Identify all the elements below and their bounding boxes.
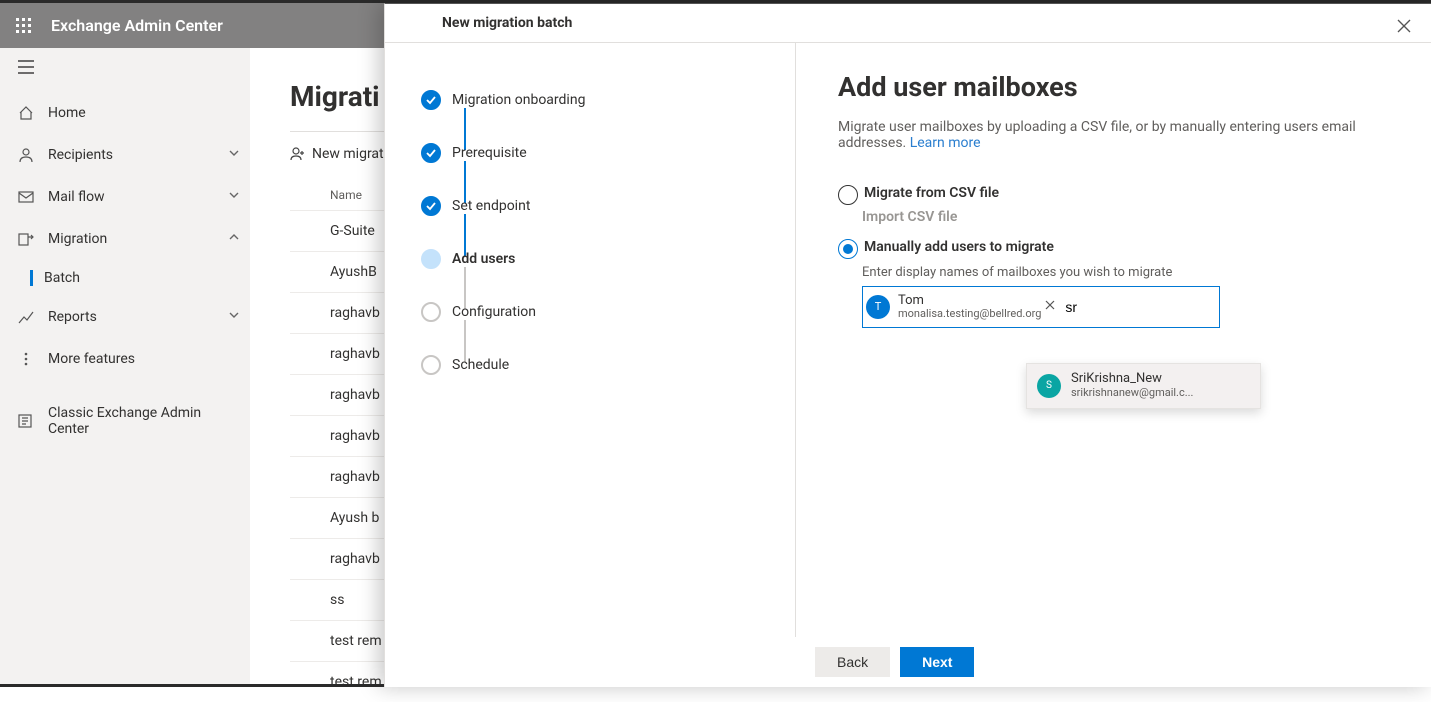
user-chip-tom: T Tom monalisa.testing@bellred.org [866, 294, 1057, 320]
nav-migration[interactable]: Migration [0, 218, 250, 260]
chevron-up-icon [228, 231, 240, 247]
app-title: Exchange Admin Center [51, 16, 223, 35]
step-schedule[interactable]: Schedule [421, 346, 771, 383]
waffle-icon [16, 18, 32, 34]
step-migration-onboarding[interactable]: Migration onboarding [421, 81, 771, 118]
remove-chip-button[interactable] [1043, 297, 1057, 316]
avatar: S [1037, 374, 1061, 398]
manual-help-text: Enter display names of mailboxes you wis… [862, 265, 1389, 280]
nav-mailflow[interactable]: Mail flow [0, 176, 250, 218]
radio-manually-add-users[interactable]: Manually add users to migrate [838, 239, 1389, 259]
check-icon [426, 201, 436, 211]
radio-migrate-from-csv[interactable]: Migrate from CSV file [838, 185, 1389, 205]
active-indicator [30, 270, 33, 286]
nav-mailflow-label: Mail flow [48, 189, 105, 205]
radio-icon [838, 239, 858, 259]
step-label: Schedule [452, 357, 509, 373]
close-icon [1397, 19, 1411, 33]
chevron-down-icon [228, 147, 240, 163]
import-csv-button: Import CSV file [862, 209, 1389, 225]
step-label: Add users [452, 251, 515, 267]
back-button[interactable]: Back [815, 647, 890, 677]
nav-migration-label: Migration [48, 231, 107, 247]
nav-classic-eac[interactable]: Classic Exchange Admin Center [0, 400, 250, 442]
migration-icon [18, 231, 34, 247]
app-launcher-button[interactable] [7, 3, 40, 48]
radio-icon [838, 185, 858, 205]
next-button[interactable]: Next [900, 647, 974, 677]
panel-title: New migration batch [442, 15, 572, 31]
suggestion-popup: S SriKrishna_New srikrishnanew@gmail.c..… [1026, 363, 1261, 409]
suggestion-item-srikrishna[interactable]: S SriKrishna_New srikrishnanew@gmail.c..… [1027, 364, 1260, 408]
chevron-down-icon [228, 189, 240, 205]
classic-eac-icon [18, 413, 34, 429]
learn-more-link[interactable]: Learn more [910, 135, 981, 151]
step-label: Prerequisite [452, 145, 527, 161]
nav-classic-label: Classic Exchange Admin Center [48, 405, 240, 437]
chip-email: monalisa.testing@bellred.org [898, 308, 1041, 320]
add-user-icon [290, 146, 306, 162]
nav-recipients-label: Recipients [48, 147, 113, 163]
nav-recipients[interactable]: Recipients [0, 134, 250, 176]
home-icon [18, 105, 34, 121]
step-label: Migration onboarding [452, 92, 585, 108]
suggestion-email: srikrishnanew@gmail.c... [1071, 387, 1193, 400]
hamburger-icon [18, 60, 34, 74]
content-title: Add user mailboxes [838, 71, 1389, 103]
step-set-endpoint[interactable]: Set endpoint [421, 187, 771, 224]
step-add-users[interactable]: Add users [421, 240, 771, 277]
mailbox-names-input[interactable]: T Tom monalisa.testing@bellred.org [862, 286, 1220, 328]
content-description: Migrate user mailboxes by uploading a CS… [838, 119, 1389, 151]
close-icon [1045, 300, 1055, 310]
nav-more-label: More features [48, 351, 135, 367]
close-panel-button[interactable] [1391, 12, 1417, 43]
check-icon [426, 95, 436, 105]
new-batch-label: New migrat [312, 146, 384, 162]
nav-home[interactable]: Home [0, 92, 250, 134]
avatar: T [866, 295, 890, 319]
nav-reports[interactable]: Reports [0, 296, 250, 338]
chevron-down-icon [228, 309, 240, 325]
person-icon [18, 147, 34, 163]
nav-migration-batch[interactable]: Batch [0, 260, 250, 296]
step-label: Set endpoint [452, 198, 530, 214]
nav-reports-label: Reports [48, 309, 97, 325]
reports-icon [18, 309, 34, 325]
mailbox-search-input[interactable] [1063, 293, 1216, 321]
step-configuration[interactable]: Configuration [421, 293, 771, 330]
suggestion-name: SriKrishna_New [1071, 372, 1193, 387]
nav-batch-label: Batch [44, 270, 80, 286]
radio-manual-label: Manually add users to migrate [864, 239, 1054, 255]
more-icon [18, 351, 34, 367]
hamburger-button[interactable] [0, 48, 66, 86]
radio-csv-label: Migrate from CSV file [864, 185, 999, 201]
check-icon [426, 148, 436, 158]
step-prerequisite[interactable]: Prerequisite [421, 134, 771, 171]
step-label: Configuration [452, 304, 536, 320]
nav-more-features[interactable]: More features [0, 338, 250, 380]
mail-icon [18, 189, 34, 205]
chip-name: Tom [898, 294, 1041, 308]
nav-home-label: Home [48, 105, 86, 121]
